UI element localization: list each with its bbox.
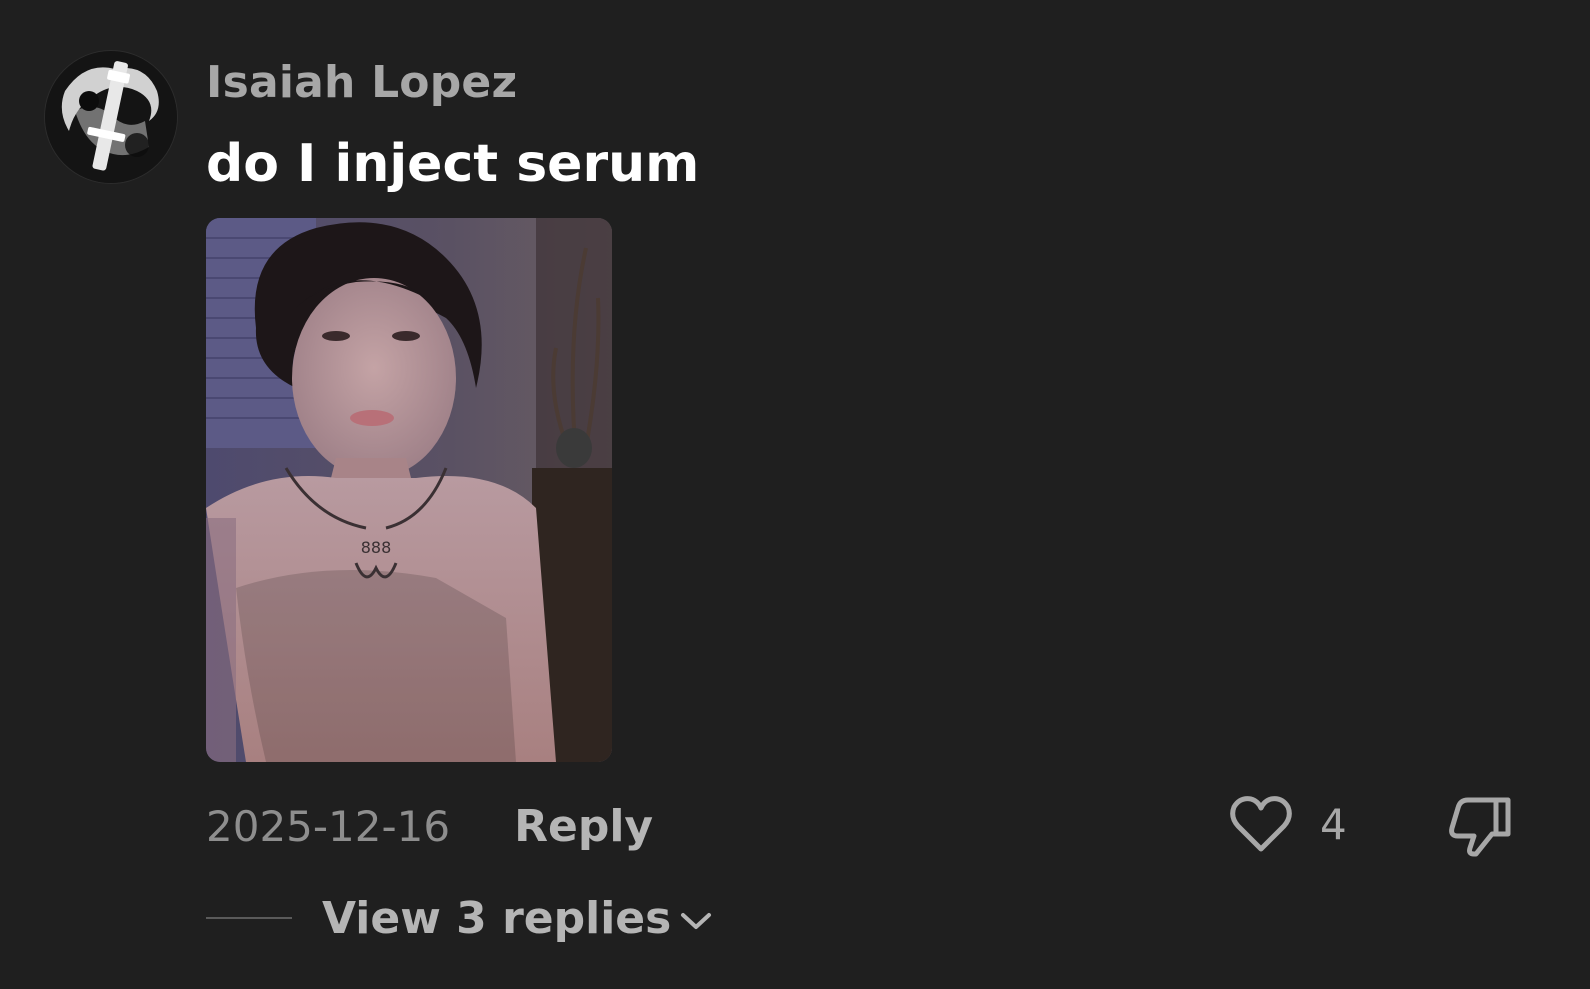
comment-meta: 2025-12-16 Reply <box>206 796 653 856</box>
comment-item: Isaiah Lopez do I inject serum 888 2025-… <box>0 0 1590 989</box>
view-replies-label: View 3 replies <box>322 892 672 944</box>
svg-text:888: 888 <box>361 538 392 557</box>
avatar[interactable] <box>44 50 178 184</box>
comment-text: do I inject serum <box>206 134 700 194</box>
photo-image: 888 <box>206 218 612 762</box>
replies-divider <box>206 917 292 919</box>
dislike-button[interactable] <box>1448 792 1514 858</box>
avatar-image <box>45 51 177 183</box>
reply-button[interactable]: Reply <box>514 801 653 852</box>
comment-author[interactable]: Isaiah Lopez <box>206 56 517 110</box>
chevron-down-icon <box>681 913 712 929</box>
comment-date: 2025-12-16 <box>206 801 451 851</box>
comment-photo[interactable]: 888 <box>206 218 612 762</box>
heart-icon <box>1230 796 1292 852</box>
thumbs-down-icon <box>1449 797 1511 857</box>
view-replies-button[interactable]: View 3 replies <box>206 890 713 946</box>
like-button[interactable]: 4 <box>1230 792 1347 856</box>
like-count: 4 <box>1320 799 1347 849</box>
